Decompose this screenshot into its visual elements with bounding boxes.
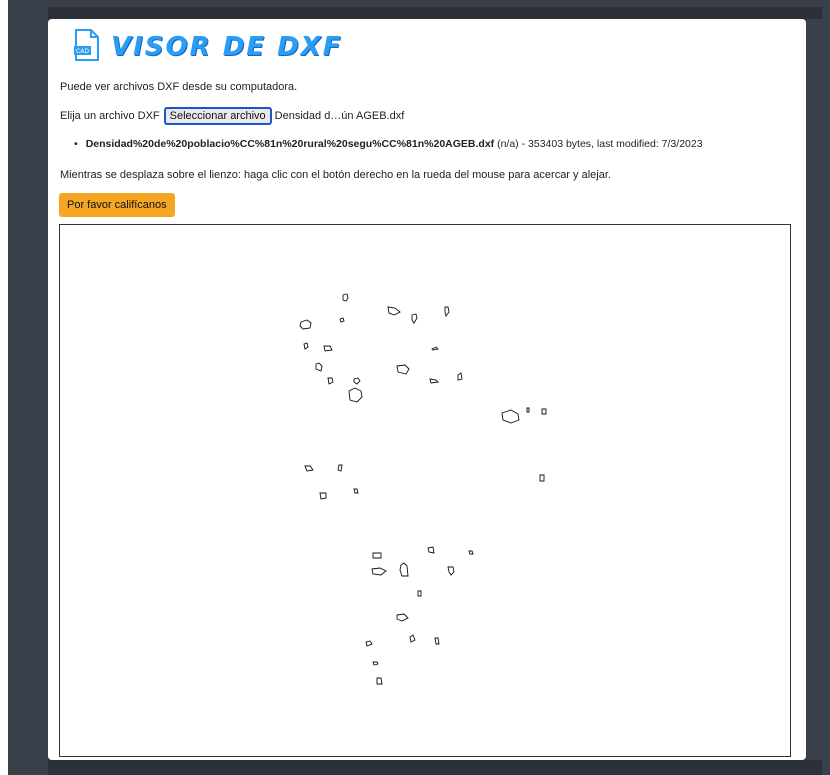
cad-file-icon: CAD: [73, 28, 101, 67]
app-title: VISOR DE DXF: [111, 32, 343, 62]
header: CAD VISOR DE DXF: [73, 27, 342, 67]
top-bar: [48, 7, 822, 19]
bottom-bar: [48, 760, 822, 775]
zoom-hint-text: Mientras se desplaza sobre el lienzo: ha…: [60, 169, 611, 181]
file-name: Densidad%20de%20poblacio%CC%81n%20rural%…: [85, 138, 495, 150]
file-input-label: Elija un archivo DXF: [60, 110, 160, 122]
file-details: (n/a) - 353403 bytes, last modified: 7/3…: [494, 138, 703, 150]
chosen-file-name: Densidad d…ún AGEB.dxf: [274, 110, 405, 122]
file-info-item: Densidad%20de%20poblacio%CC%81n%20rural%…: [74, 138, 703, 150]
file-info-list: Densidad%20de%20poblacio%CC%81n%20rural%…: [74, 138, 703, 150]
rate-us-button[interactable]: Por favor califícanos: [59, 193, 175, 217]
select-file-button[interactable]: Seleccionar archivo: [163, 107, 272, 125]
left-margin: [0, 0, 8, 775]
dxf-canvas[interactable]: [59, 224, 791, 757]
svg-text:CAD: CAD: [76, 48, 89, 55]
file-input-row: Elija un archivo DXF Seleccionar archivo…: [60, 107, 404, 125]
dxf-drawing: [299, 293, 547, 685]
main-card: CAD VISOR DE DXF Puede ver archivos DXF …: [48, 19, 806, 760]
intro-text: Puede ver archivos DXF desde su computad…: [60, 81, 298, 93]
